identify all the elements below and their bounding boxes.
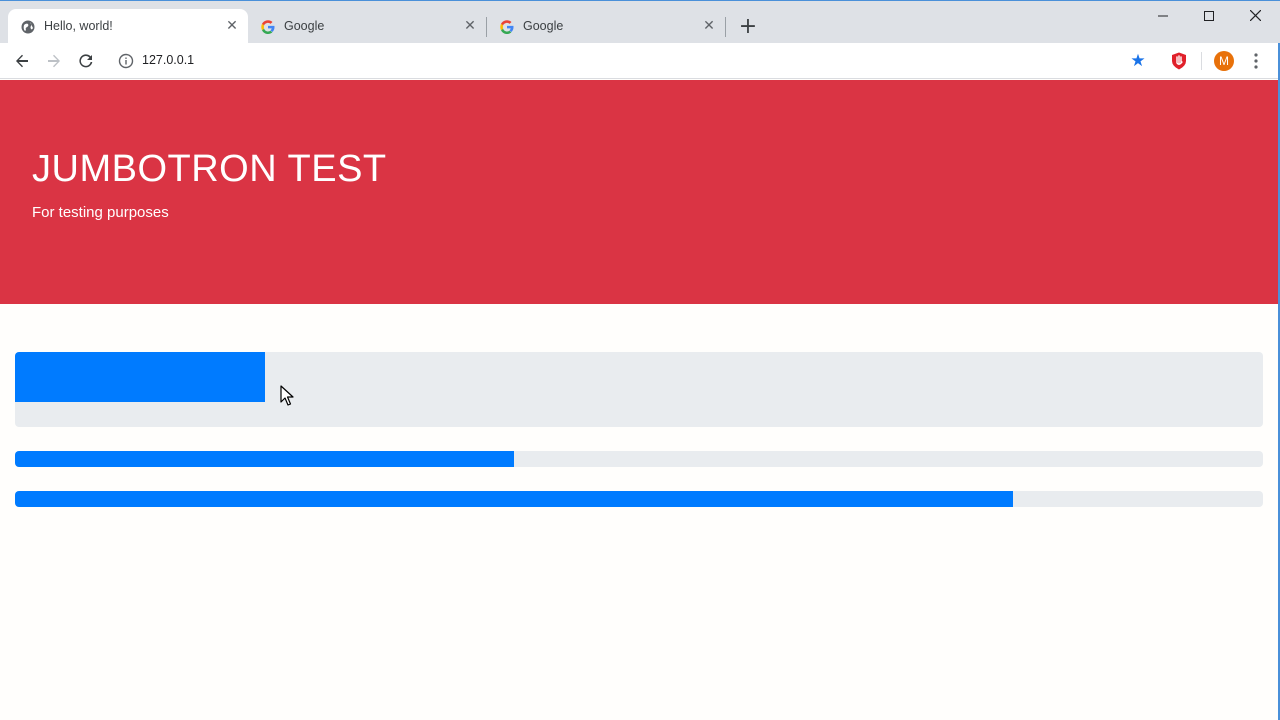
google-icon xyxy=(260,19,276,35)
progress-bar-large xyxy=(15,352,1263,427)
bookmark-star-icon[interactable]: ★ xyxy=(1128,51,1148,71)
jumbotron-title: JUMBOTRON TEST xyxy=(32,148,387,190)
profile-avatar[interactable]: M xyxy=(1214,51,1234,71)
forward-arrow-icon[interactable] xyxy=(42,49,66,73)
close-tab-icon[interactable]: ✕ xyxy=(462,18,478,34)
tab-google-1[interactable]: Google ✕ xyxy=(248,9,486,44)
progress-fill xyxy=(15,352,265,402)
progress-fill xyxy=(15,451,515,467)
close-tab-icon[interactable]: ✕ xyxy=(701,18,717,34)
progress-fill xyxy=(15,491,1014,507)
toolbar-divider xyxy=(1201,52,1202,70)
tab-hello-world[interactable]: Hello, world! ✕ xyxy=(8,9,248,44)
maximize-icon[interactable] xyxy=(1186,3,1232,31)
jumbotron-subtitle: For testing purposes xyxy=(32,204,169,221)
tab-title: Google xyxy=(523,19,564,33)
plus-icon[interactable]: + xyxy=(736,15,760,39)
progress-bar-medium xyxy=(15,451,1263,467)
reload-icon[interactable] xyxy=(74,49,98,73)
url-text: 127.0.0.1 xyxy=(142,53,195,67)
kebab-menu-icon[interactable] xyxy=(1246,49,1266,73)
tab-title: Google xyxy=(284,19,325,33)
info-icon[interactable] xyxy=(118,53,134,69)
tab-title: Hello, world! xyxy=(44,19,113,33)
progress-bar-wide xyxy=(15,491,1263,507)
globe-icon xyxy=(20,19,36,35)
close-tab-icon[interactable]: ✕ xyxy=(224,18,240,34)
tab-strip: Hello, world! ✕ Google ✕ Google ✕ + xyxy=(0,0,1280,44)
back-arrow-icon[interactable] xyxy=(10,49,34,73)
tab-divider xyxy=(725,17,726,37)
mouse-cursor-icon xyxy=(280,385,294,407)
minimize-icon[interactable] xyxy=(1140,3,1186,31)
close-icon[interactable] xyxy=(1232,3,1278,31)
browser-toolbar: 127.0.0.1 ★ M xyxy=(0,43,1280,79)
jumbotron: JUMBOTRON TEST For testing purposes xyxy=(0,80,1278,304)
extension-icon[interactable] xyxy=(1169,51,1189,71)
address-bar[interactable]: 127.0.0.1 xyxy=(108,47,1158,75)
page-content: JUMBOTRON TEST For testing purposes xyxy=(0,80,1278,720)
google-icon xyxy=(499,19,515,35)
tab-google-2[interactable]: Google ✕ xyxy=(487,9,725,44)
